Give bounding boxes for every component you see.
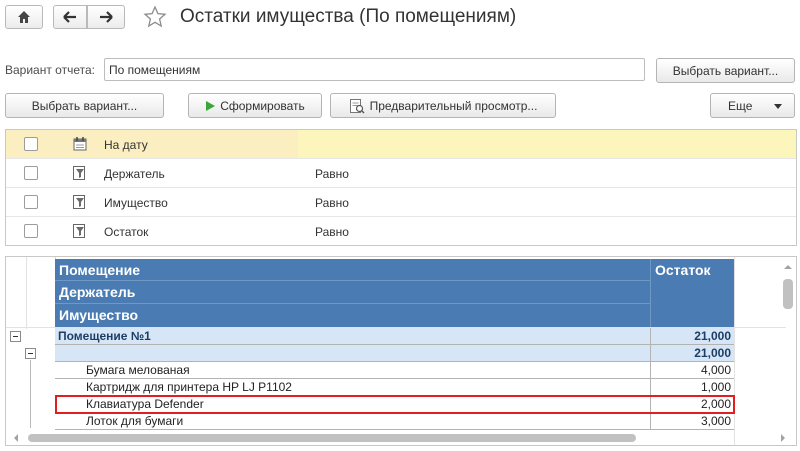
horizontal-scrollbar[interactable] [6,431,796,445]
generate-button[interactable]: Сформировать [188,93,322,118]
scroll-up-icon[interactable] [780,261,796,273]
table-row-value: 3,000 [650,413,734,430]
generate-label: Сформировать [220,98,305,113]
horizontal-scroll-thumb[interactable] [28,434,636,442]
settings-condition: Равно [315,196,349,210]
settings-condition: Равно [315,225,349,239]
arrow-left-icon [63,11,76,23]
triangle-down-icon [774,104,782,109]
settings-row[interactable]: Имущество Равно [6,188,796,217]
preview-label: Предварительный просмотр... [369,98,538,113]
group-holder-name [55,345,650,362]
group-room-name: Помещение №1 [55,328,650,345]
selected-row-highlight [55,395,735,414]
page-title: Остатки имущества (По помещениям) [180,6,517,27]
settings-label: На дату [104,138,148,152]
forward-button[interactable] [87,5,125,29]
play-icon [206,100,216,111]
table-row-value: 4,000 [650,362,734,379]
preview-button[interactable]: Предварительный просмотр... [330,93,556,118]
document-preview-icon [349,98,365,114]
star-icon [143,5,167,28]
home-icon [18,11,30,23]
column-header-room: Помещение [55,259,650,281]
more-button[interactable]: Еще [710,93,795,118]
back-button[interactable] [53,5,87,29]
choose-variant-label: Выбрать вариант... [31,98,138,113]
settings-row[interactable]: На дату [6,130,796,159]
filter-field-icon [73,224,85,238]
variant-field[interactable]: По помещениям [104,58,645,81]
collapse-toggle[interactable] [10,331,21,342]
report-spreadsheet[interactable]: Помещение Держатель Имущество Остаток По… [5,256,797,446]
scroll-left-icon[interactable] [10,431,22,445]
settings-label: Остаток [104,225,149,239]
column-header-balance: Остаток [650,259,734,327]
filter-field-icon [73,166,85,180]
settings-row[interactable]: Остаток Равно [6,217,796,246]
choose-variant-button[interactable]: Выбрать вариант... [5,93,164,118]
vertical-scroll-thumb[interactable] [783,279,793,309]
filter-field-icon [73,195,85,209]
variant-label: Вариант отчета: [5,63,95,77]
home-button[interactable] [5,5,43,29]
column-header-holder: Держатель [55,281,650,304]
favorite-button[interactable] [143,5,167,29]
settings-checkbox[interactable] [24,166,38,180]
column-header-property: Имущество [55,304,650,327]
table-row-name: Лоток для бумаги [55,413,650,430]
more-label: Еще [728,98,753,113]
table-row-name: Бумага мелованая [55,362,650,379]
table-row-value: 1,000 [650,379,734,396]
group-holder-value: 21,000 [650,345,734,362]
collapse-toggle[interactable] [25,348,36,359]
settings-label: Имущество [104,196,168,210]
settings-condition: Равно [315,167,349,181]
settings-row[interactable]: Держатель Равно [6,159,796,188]
scroll-right-icon[interactable] [777,431,789,445]
settings-label: Держатель [104,167,165,181]
calendar-icon [73,137,87,151]
select-variant-button[interactable]: Выбрать вариант... [656,58,795,83]
vertical-scrollbar[interactable] [780,257,796,429]
settings-checkbox[interactable] [24,195,38,209]
settings-checkbox[interactable] [24,224,38,238]
table-row-name: Картридж для принтера HP LJ P1102 [55,379,650,396]
arrow-right-icon [100,11,113,23]
settings-list: На дату Держатель Равно Имущество Равно … [5,129,797,246]
settings-checkbox[interactable] [24,137,38,151]
select-variant-button-label: Выбрать вариант... [672,63,779,78]
group-room-value: 21,000 [650,328,734,345]
